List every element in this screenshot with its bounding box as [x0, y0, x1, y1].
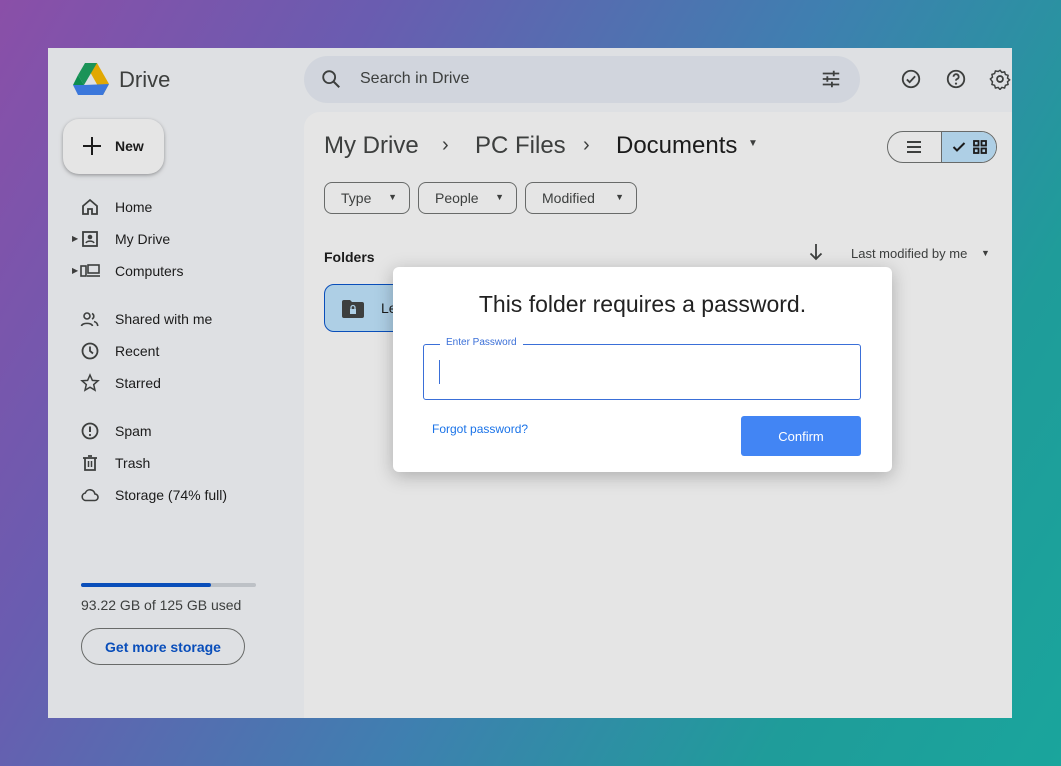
- dialog-title: This folder requires a password.: [478, 291, 807, 317]
- confirm-button[interactable]: Confirm: [741, 416, 861, 456]
- forgot-password-link[interactable]: Forgot password?: [432, 422, 528, 436]
- password-input[interactable]: [436, 355, 846, 389]
- password-dialog: This folder requires a password. Enter P…: [393, 267, 892, 472]
- text-cursor: [439, 360, 440, 384]
- drive-window: Drive Search in Drive New Home ▶ My Driv…: [48, 48, 1012, 718]
- password-field-label: Enter Password: [440, 337, 523, 348]
- password-field[interactable]: Enter Password: [423, 337, 861, 400]
